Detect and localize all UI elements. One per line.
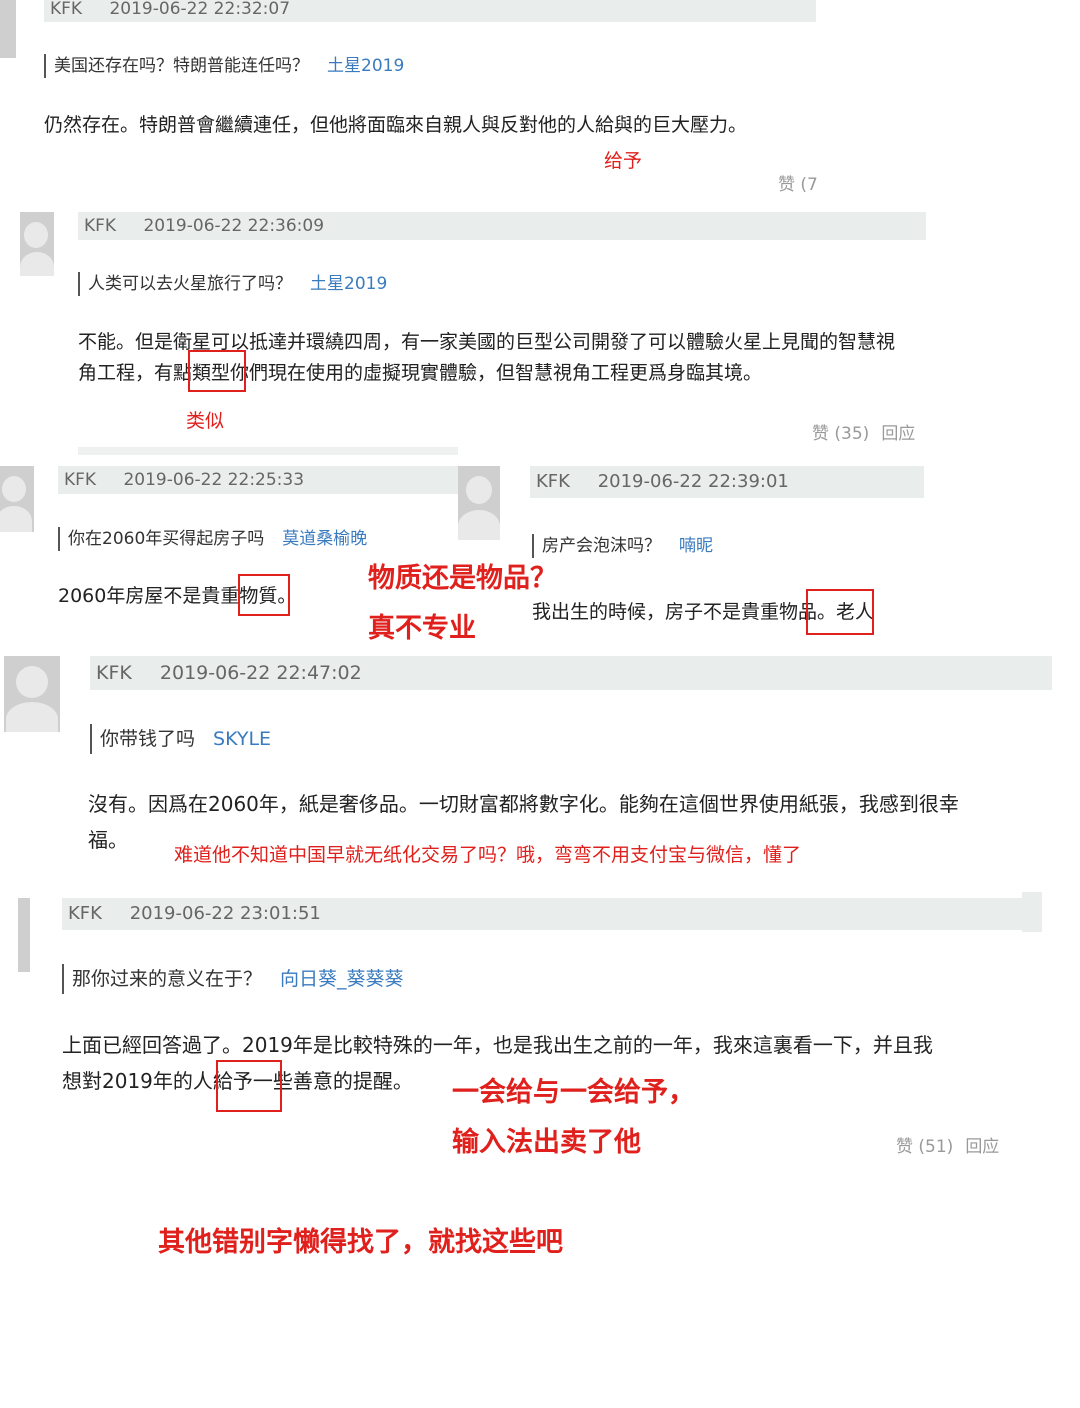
quoted-question: 人类可以去火星旅行了吗？ 土星2019: [78, 272, 387, 296]
comment-timestamp: 2019-06-22 23:01:51: [129, 903, 321, 924]
like-count[interactable]: 赞 (51): [896, 1137, 953, 1157]
asker-link[interactable]: 莫道桑榆晚: [282, 529, 367, 549]
like-count[interactable]: 赞 (7: [778, 170, 818, 195]
comment-header: KFK 2019-06-22 22:39:01: [530, 466, 924, 498]
quoted-question: 你在2060年买得起房子吗 莫道桑榆晚: [58, 527, 367, 551]
annotation-note: 给予: [604, 150, 643, 172]
question-text: 房产会泡沫吗？: [542, 536, 661, 556]
question-text: 美国还存在吗？特朗普能连任吗？: [54, 56, 309, 76]
comment-timestamp: 2019-06-22 22:36:09: [143, 216, 325, 236]
comment-username[interactable]: KFK: [44, 0, 82, 22]
question-text: 人类可以去火星旅行了吗？: [88, 274, 292, 294]
avatar: [20, 212, 54, 276]
avatar: [4, 656, 60, 732]
avatar: [18, 898, 30, 972]
like-count[interactable]: 赞 (35): [812, 424, 869, 444]
avatar: [0, 0, 16, 58]
comment-header: KFK 2019-06-22 22:36:09: [78, 212, 926, 240]
comment-timestamp: 2019-06-22 22:32:07: [109, 0, 291, 19]
divider: [78, 447, 458, 455]
quoted-question: 你带钱了吗 SKYLE: [90, 724, 271, 754]
avatar: [0, 466, 34, 532]
comment-timestamp: 2019-06-22 22:25:33: [123, 470, 305, 490]
quoted-question: 房产会泡沫吗？ 喃昵: [532, 534, 713, 558]
highlight-box: [806, 589, 874, 635]
comment-header: KFK 2019-06-22 22:25:33: [58, 466, 458, 494]
quoted-question: 美国还存在吗？特朗普能连任吗？ 土星2019: [44, 54, 404, 78]
annotation-note: 其他错别字懒得找了，就找这些吧: [158, 1227, 563, 1258]
divider: [1022, 892, 1042, 932]
comment-header: KFK 2019-06-22 22:47:02: [90, 656, 1052, 690]
comment-username[interactable]: KFK: [78, 212, 116, 240]
reply-link[interactable]: 回应: [965, 1137, 999, 1157]
asker-link[interactable]: 向日葵_葵葵葵: [280, 968, 404, 990]
avatar: [458, 466, 500, 540]
comment-username[interactable]: KFK: [530, 466, 570, 498]
annotation-note: 一会给与一会给予，: [452, 1077, 695, 1108]
comment-timestamp: 2019-06-22 22:47:02: [159, 662, 362, 684]
annotation-note: 物质还是物品？: [368, 563, 557, 594]
asker-link[interactable]: 土星2019: [310, 274, 387, 294]
comment-actions: 赞 (51) 回应: [896, 1132, 999, 1157]
annotation-note: 类似: [186, 410, 225, 432]
question-text: 你在2060年买得起房子吗: [68, 529, 265, 549]
comment-username[interactable]: KFK: [62, 898, 102, 930]
annotation-note: 输入法出卖了他: [452, 1127, 641, 1158]
annotation-note: 难道他不知道中国早就无纸化交易了吗？哦，弯弯不用支付宝与微信，懂了: [174, 844, 802, 866]
highlight-box: [216, 1060, 282, 1112]
answer-line: 沒有。因爲在2060年，紙是奢侈品。一切財富都將數字化。能夠在這個世界使用紙張，…: [88, 792, 959, 816]
comment-header: KFK 2019-06-22 22:32:07: [44, 0, 816, 22]
comment-header: KFK 2019-06-22 23:01:51: [62, 898, 1022, 930]
annotation-note: 真不专业: [368, 613, 476, 644]
asker-link[interactable]: 土星2019: [327, 56, 404, 76]
question-text: 那你过来的意义在于？: [72, 968, 263, 990]
highlight-box: [238, 574, 290, 616]
comment-timestamp: 2019-06-22 22:39:01: [597, 471, 789, 492]
highlight-box: [188, 350, 246, 392]
asker-link[interactable]: SKYLE: [213, 728, 271, 750]
asker-link[interactable]: 喃昵: [679, 536, 713, 556]
question-text: 你带钱了吗: [100, 728, 196, 750]
answer-line: 上面已經回答過了。2019年是比較特殊的一年，也是我出生之前的一年，我來這裏看一…: [62, 1033, 933, 1057]
comment-username[interactable]: KFK: [58, 466, 96, 494]
comment-username[interactable]: KFK: [90, 656, 132, 690]
reply-link[interactable]: 回应: [881, 424, 915, 444]
quoted-question: 那你过来的意义在于？ 向日葵_葵葵葵: [62, 964, 404, 994]
comment-actions: 赞 (35) 回应: [812, 419, 915, 444]
answer-text: 仍然存在。特朗普會繼續連任，但他將面臨來自親人與反對他的人給與的巨大壓力。: [44, 114, 748, 136]
